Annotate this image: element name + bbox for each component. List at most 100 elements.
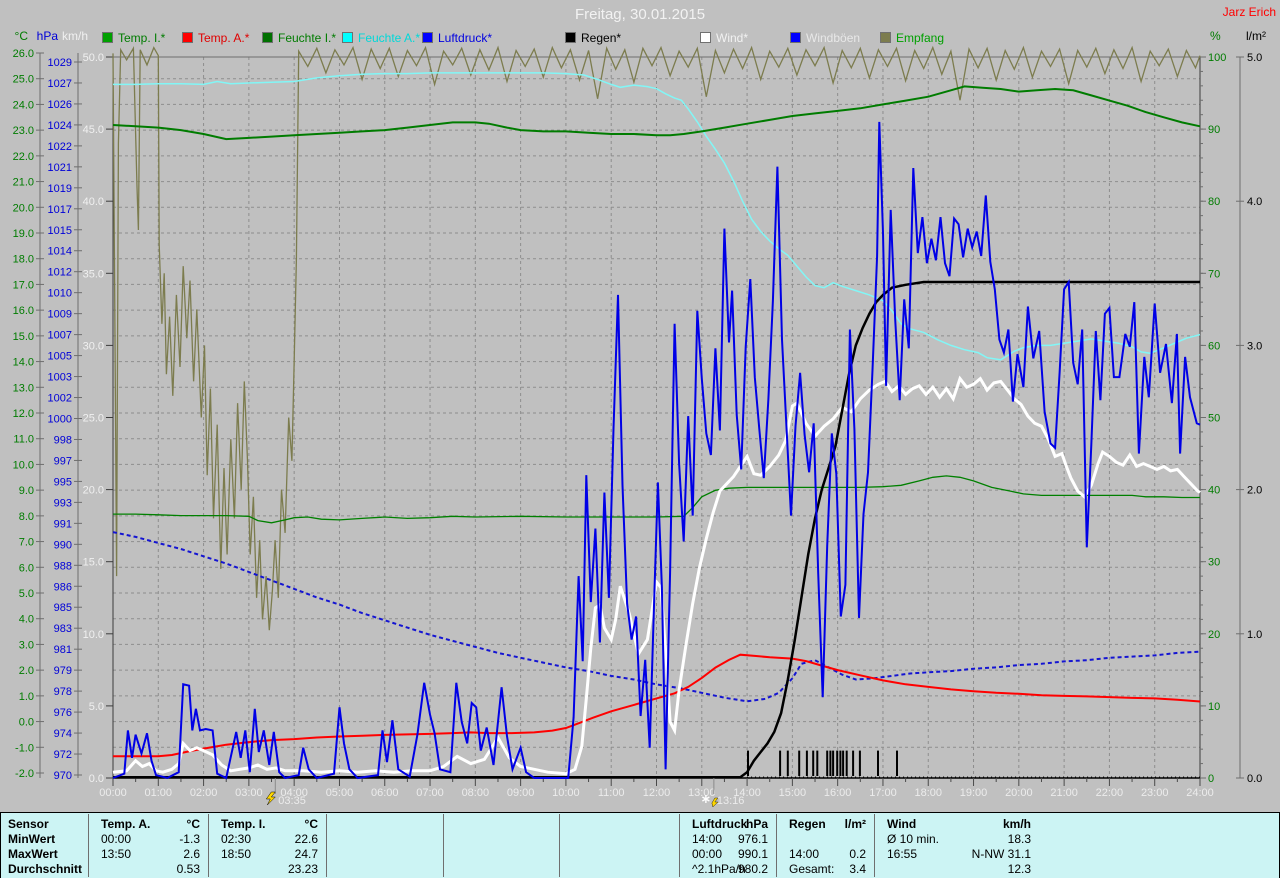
rain-bar <box>829 751 831 776</box>
x-label: 03:00 <box>235 787 263 799</box>
table-cell-row: 14:000.2 <box>779 847 872 862</box>
rain-bar <box>826 751 828 776</box>
tick-lm2: 1.0 <box>1247 629 1262 641</box>
tick-degc: -2.0 <box>15 768 34 780</box>
tick-lm2: 0.0 <box>1247 773 1262 785</box>
table-cell-row: Temp. I.°C <box>211 817 324 832</box>
tick-hpa: 1026 <box>48 99 72 111</box>
tick-degc: 0.0 <box>19 717 34 729</box>
marker-time-label: 13:16 <box>717 795 745 807</box>
tick-pct: 10 <box>1208 701 1220 713</box>
tick-degc: 13.0 <box>13 382 34 394</box>
tick-hpa: 988 <box>54 560 72 572</box>
table-cell-row: Windkm/h <box>877 817 1037 832</box>
tick-degc: -1.0 <box>15 742 34 754</box>
tick-hpa: 1010 <box>48 288 72 300</box>
table-cell-row: 18:5024.7 <box>211 847 324 862</box>
tick-hpa: 1022 <box>48 141 72 153</box>
axis-title-pct: % <box>1210 29 1221 43</box>
x-label: 15:00 <box>779 787 807 799</box>
table-cell-value: 12.3 <box>1008 862 1031 877</box>
tick-kmh: 25.0 <box>83 413 104 425</box>
table-row-label: MaxWert <box>8 847 58 862</box>
table-row-label: Sensor <box>8 817 49 832</box>
tick-pct: 40 <box>1208 485 1220 497</box>
table-divider <box>326 814 327 877</box>
rain-bar <box>859 751 861 776</box>
tick-degc: 18.0 <box>13 254 34 266</box>
tick-degc: 10.0 <box>13 459 34 471</box>
tick-hpa: 976 <box>54 707 72 719</box>
table-cell-row: LuftdruckhPa <box>682 817 774 832</box>
tick-pct: 30 <box>1208 557 1220 569</box>
table-cell-time: Temp. I. <box>221 817 265 832</box>
rain-bar <box>846 751 848 776</box>
table-cell-row: 00:00-1.3 <box>91 832 206 847</box>
x-label: 19:00 <box>960 787 988 799</box>
table-cell-time: 14:00 <box>692 832 722 847</box>
tick-hpa: 997 <box>54 455 72 467</box>
table-cell-row: 23.23 <box>211 862 324 877</box>
x-label: 12:00 <box>643 787 671 799</box>
x-label: 06:00 <box>371 787 399 799</box>
tick-hpa: 979 <box>54 665 72 677</box>
table-cell-time: Ø 10 min. <box>887 832 939 847</box>
tick-degc: 3.0 <box>19 639 34 651</box>
axis-title-degc: °C <box>15 29 29 43</box>
tick-hpa: 1024 <box>48 120 72 132</box>
table-cell-value: 3.4 <box>849 862 866 877</box>
tick-hpa: 1007 <box>48 330 72 342</box>
x-label: 09:00 <box>507 787 535 799</box>
rain-bar <box>806 751 808 776</box>
tick-hpa: 1014 <box>48 246 72 258</box>
tick-lm2: 2.0 <box>1247 485 1262 497</box>
tick-hpa: 1005 <box>48 351 72 363</box>
tick-degc: 26.0 <box>13 48 34 60</box>
lightning-icon <box>266 792 275 805</box>
tick-degc: 12.0 <box>13 408 34 420</box>
tick-degc: 4.0 <box>19 614 34 626</box>
table-cell-value: N-NW 31.1 <box>972 847 1031 862</box>
tick-hpa: 993 <box>54 497 72 509</box>
tick-hpa: 981 <box>54 644 72 656</box>
rain-bar <box>812 751 814 776</box>
x-label: 01:00 <box>145 787 173 799</box>
table-cell-value: °C <box>187 817 200 832</box>
tick-pct: 20 <box>1208 629 1220 641</box>
tick-hpa: 998 <box>54 434 72 446</box>
table-divider <box>443 814 444 877</box>
tick-hpa: 1021 <box>48 162 72 174</box>
tick-kmh: 20.0 <box>83 485 104 497</box>
tick-pct: 90 <box>1208 124 1220 136</box>
tick-kmh: 35.0 <box>83 268 104 280</box>
tick-hpa: 1003 <box>48 372 72 384</box>
table-cell-row: Temp. A.°C <box>91 817 206 832</box>
table-cell-row: 12.3 <box>877 862 1037 877</box>
tick-kmh: 50.0 <box>83 52 104 64</box>
table-cell-time: 14:00 <box>789 847 819 862</box>
rain-bar <box>798 751 800 776</box>
tick-degc: 15.0 <box>13 331 34 343</box>
table-cell-row: ^2.1hPa/h980.2 <box>682 862 774 877</box>
rain-bar <box>832 751 834 776</box>
tick-kmh: 0.0 <box>89 773 104 785</box>
tick-hpa: 1009 <box>48 309 72 321</box>
rain-bar <box>779 751 781 776</box>
table-row-label: Durchschnitt <box>8 862 82 877</box>
x-label: 07:00 <box>416 787 444 799</box>
rain-bar <box>747 751 749 776</box>
tick-degc: 6.0 <box>19 562 34 574</box>
table-cell-row: Ø 10 min.18.3 <box>877 832 1037 847</box>
table-cell-time: 00:00 <box>101 832 131 847</box>
rain-bar <box>787 751 789 776</box>
table-divider <box>679 814 680 877</box>
table-cell-time: Luftdruck <box>692 817 747 832</box>
x-label: 23:00 <box>1141 787 1169 799</box>
tick-degc: 16.0 <box>13 305 34 317</box>
x-label: 17:00 <box>869 787 897 799</box>
weather-chart-canvas[interactable]: °ChPakm/h%l/m²26.025.024.023.022.021.020… <box>0 0 1280 810</box>
table-cell-value: 0.53 <box>177 862 200 877</box>
table-cell-time: 00:00 <box>692 847 722 862</box>
x-label: 08:00 <box>462 787 490 799</box>
tick-kmh: 40.0 <box>83 196 104 208</box>
